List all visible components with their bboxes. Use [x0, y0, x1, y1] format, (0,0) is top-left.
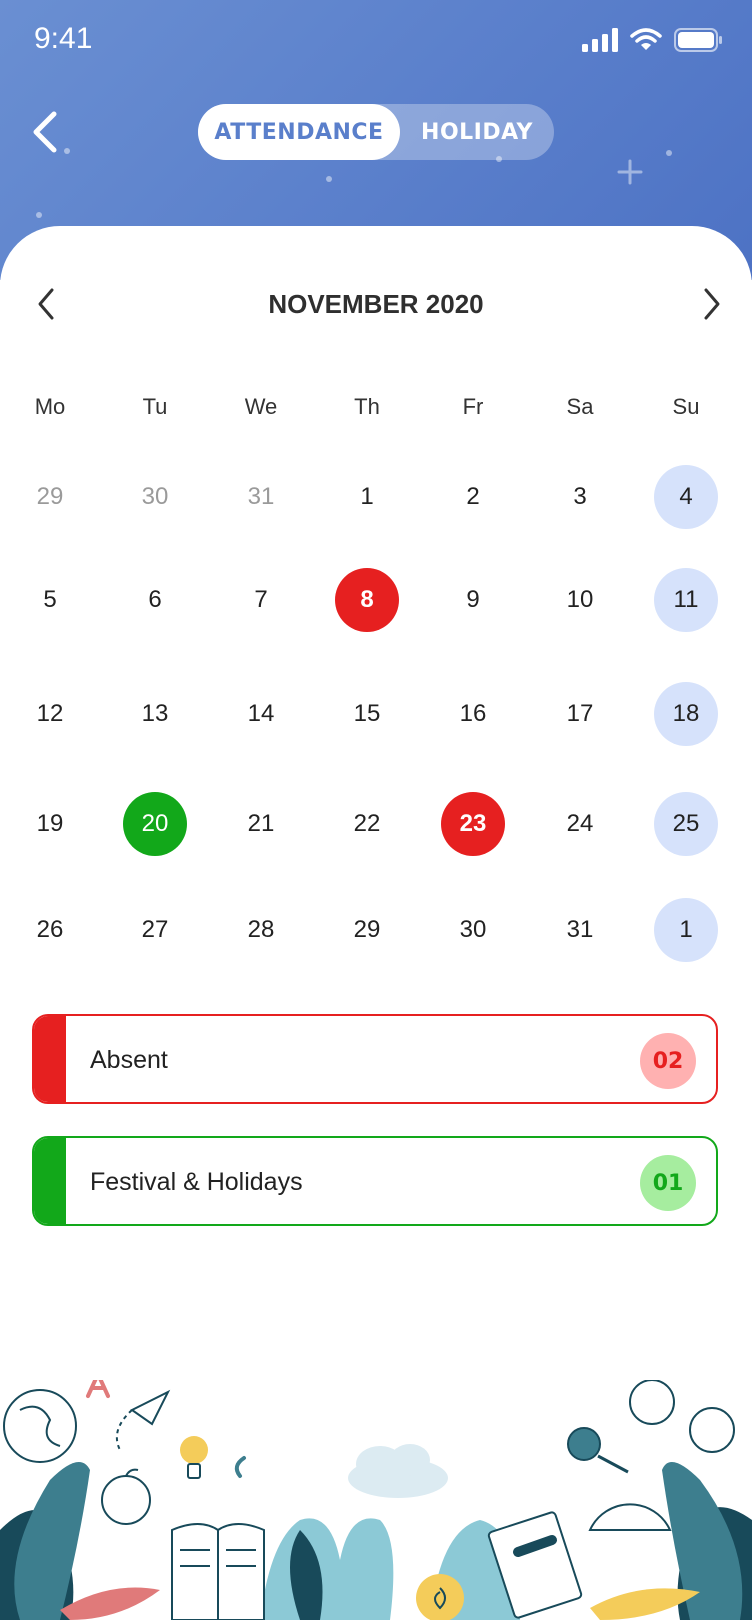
calendar-day[interactable]: 13	[123, 682, 187, 746]
weekday-label: Fr	[462, 394, 484, 419]
calendar-day-sunday[interactable]: 4	[654, 465, 718, 529]
calendar-day[interactable]: 26	[18, 898, 82, 962]
calendar-day[interactable]: 5	[18, 568, 82, 632]
weekday-label: Su	[672, 394, 700, 419]
calendar-day-sunday[interactable]: 11	[654, 568, 718, 632]
calendar-day[interactable]: 3	[548, 465, 612, 529]
calendar-day-sunday[interactable]: 18	[654, 682, 718, 746]
legend-color-bar	[34, 1138, 66, 1224]
calendar-day-absent[interactable]: 23	[441, 792, 505, 856]
legend-count-badge: 01	[640, 1155, 696, 1211]
calendar-day-holiday[interactable]: 20	[123, 792, 187, 856]
calendar-day[interactable]: 29	[18, 465, 82, 529]
calendar-day[interactable]: 19	[18, 792, 82, 856]
calendar-day[interactable]: 2	[441, 465, 505, 529]
calendar-day[interactable]: 1	[335, 465, 399, 529]
school-doodle-illustration	[0, 1380, 752, 1620]
weekday-label: Th	[354, 394, 380, 419]
weekday-label: Mo	[34, 394, 66, 419]
legend-holidays[interactable]: Festival & Holidays 01	[32, 1136, 718, 1226]
calendar-day[interactable]: 29	[335, 898, 399, 962]
calendar-day-sunday[interactable]: 1	[654, 898, 718, 962]
calendar-day[interactable]: 30	[123, 465, 187, 529]
calendar-day[interactable]: 14	[229, 682, 293, 746]
calendar-day[interactable]: 15	[335, 682, 399, 746]
calendar-day[interactable]: 27	[123, 898, 187, 962]
legend-absent[interactable]: Absent 02	[32, 1014, 718, 1104]
legend-color-bar	[34, 1016, 66, 1102]
calendar-day-sunday[interactable]: 25	[654, 792, 718, 856]
calendar-day-absent[interactable]: 8	[335, 568, 399, 632]
calendar-day[interactable]: 9	[441, 568, 505, 632]
calendar-day[interactable]: 17	[548, 682, 612, 746]
legend-label: Absent	[90, 1046, 168, 1074]
calendar-day[interactable]: 10	[548, 568, 612, 632]
weekday-label: Tu	[142, 394, 168, 419]
calendar-day[interactable]: 16	[441, 682, 505, 746]
weekday-label: We	[244, 394, 278, 419]
calendar-day[interactable]: 31	[229, 465, 293, 529]
weekday-label: Sa	[566, 394, 594, 419]
calendar-day[interactable]: 31	[548, 898, 612, 962]
calendar-day[interactable]: 12	[18, 682, 82, 746]
legend-label: Festival & Holidays	[90, 1168, 303, 1196]
calendar-day[interactable]: 7	[229, 568, 293, 632]
calendar-day[interactable]: 24	[548, 792, 612, 856]
legend-count-badge: 02	[640, 1033, 696, 1089]
calendar-day[interactable]: 6	[123, 568, 187, 632]
calendar-grid: Mo Tu We Th Fr Sa Su 29 30 31 1 2 3 4 5 6 7 8 9 10 11 12 13 14 1…	[0, 0, 752, 1000]
calendar-day[interactable]: 28	[229, 898, 293, 962]
calendar-day[interactable]: 22	[335, 792, 399, 856]
calendar-day[interactable]: 30	[441, 898, 505, 962]
calendar-day[interactable]: 21	[229, 792, 293, 856]
